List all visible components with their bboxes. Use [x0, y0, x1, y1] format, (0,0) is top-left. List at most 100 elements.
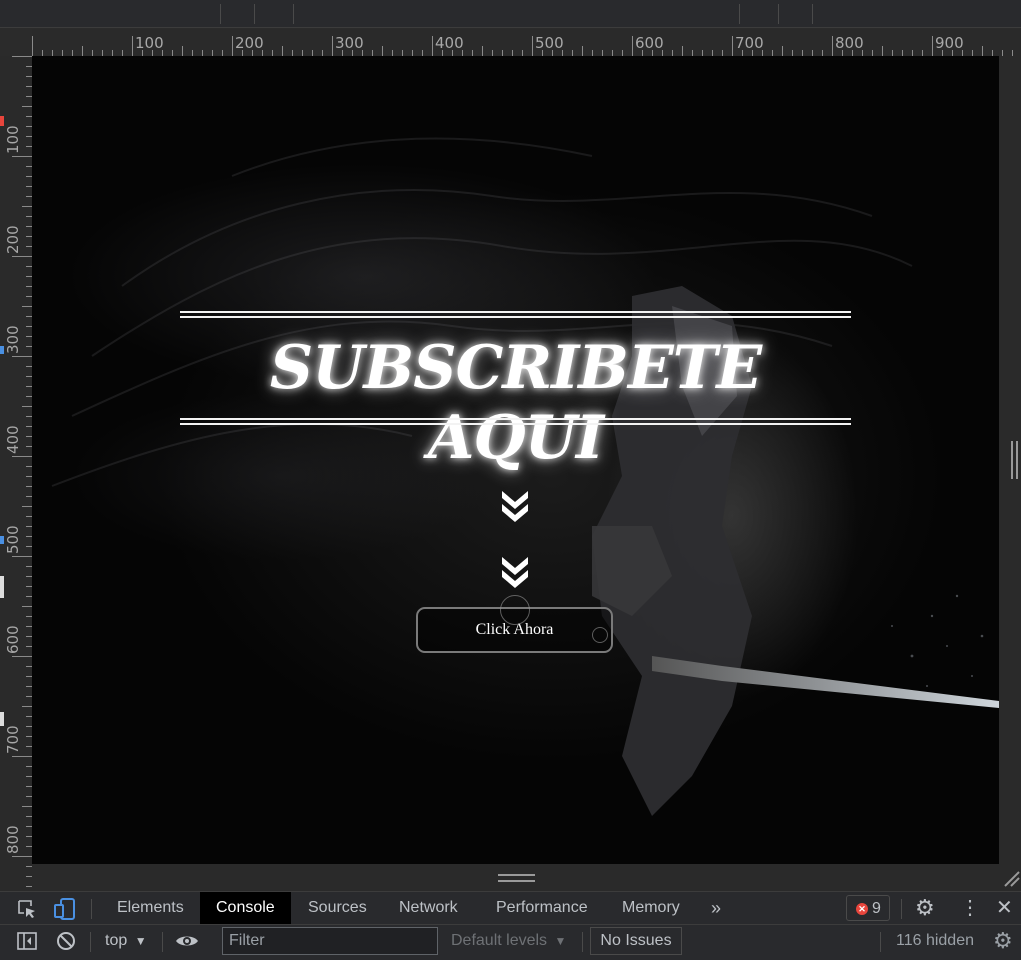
dropdown-arrow-icon: ▼ [554, 934, 567, 948]
headline-rule-bottom [180, 423, 851, 425]
ruler-tick [282, 46, 283, 56]
ruler-label: 200 [235, 34, 264, 52]
ruler-label: 100 [135, 34, 164, 52]
toolbar-separator [880, 932, 881, 952]
ruler-tick [22, 606, 32, 607]
ruler-label: 900 [935, 34, 964, 52]
decorative-circle-icon [500, 595, 530, 625]
ruler-tick [22, 406, 32, 407]
toolbar-divider [739, 4, 740, 24]
ruler-tick [182, 46, 183, 56]
close-icon[interactable]: ✕ [996, 892, 1013, 924]
ruler-tick [22, 106, 32, 107]
ruler-label: 300 [4, 325, 22, 354]
ruler-label: 500 [4, 525, 22, 554]
more-tabs-icon[interactable]: » [711, 892, 721, 924]
tab-sources[interactable]: Sources [292, 892, 383, 924]
toolbar-divider [220, 4, 221, 24]
ruler-tick [432, 36, 433, 56]
ruler-tick [22, 206, 32, 207]
ruler-label: 600 [4, 625, 22, 654]
ruler-tick [12, 256, 32, 257]
ruler-label: 400 [4, 425, 22, 454]
ruler-tick [682, 46, 683, 56]
ruler-tick [12, 756, 32, 757]
filter-input[interactable]: Filter [222, 927, 438, 955]
ruler-tick [482, 46, 483, 56]
context-label: top [105, 932, 128, 949]
tab-memory[interactable]: Memory [606, 892, 696, 924]
log-levels-dropdown[interactable]: Default levels ▼ [451, 925, 566, 957]
console-toolbar: top ▼ Filter Default levels ▼ No Issues … [0, 925, 1021, 960]
decorative-circle-icon [592, 627, 608, 643]
ruler-tick [882, 46, 883, 56]
ruler-label: 700 [735, 34, 764, 52]
ruler-tick [82, 46, 83, 56]
ruler-tick [12, 856, 32, 857]
dropdown-arrow-icon: ▼ [134, 934, 147, 948]
tab-network[interactable]: Network [383, 892, 474, 924]
devtools-panel: Elements Console Sources Network Perform… [0, 891, 1021, 960]
toolbar-divider [293, 4, 294, 24]
headline-rule-bottom [180, 418, 851, 420]
ruler-tick [32, 36, 33, 56]
headline-rule-top [180, 311, 851, 313]
ruler-label: 700 [4, 725, 22, 754]
tab-elements[interactable]: Elements [101, 892, 200, 924]
click-ahora-button[interactable]: Click Ahora [416, 595, 613, 653]
ruler-label: 400 [435, 34, 464, 52]
headline-rule-top [180, 316, 851, 318]
ruler-label: 800 [4, 825, 22, 854]
ruler-tick [832, 36, 833, 56]
tab-performance[interactable]: Performance [480, 892, 604, 924]
issues-button[interactable]: No Issues [590, 927, 682, 955]
ruler-tick [12, 156, 32, 157]
ruler-tick [22, 506, 32, 507]
ruler-label: 200 [4, 225, 22, 254]
gear-icon[interactable]: ⚙ [915, 892, 935, 924]
sidebar-toggle-icon[interactable] [16, 931, 38, 951]
tab-separator [91, 899, 92, 919]
ruler-tick [382, 46, 383, 56]
error-icon: ✕ [856, 903, 868, 915]
resize-corner-icon[interactable] [1003, 868, 1021, 888]
ruler-tick [132, 36, 133, 56]
double-chevron-down-icon [502, 491, 528, 522]
ruler-tick [632, 36, 633, 56]
horizontal-ruler: 100 200 300 400 500 600 700 800 900 [32, 29, 1021, 56]
vertical-ruler: 100 200 300 400 500 600 700 800 [0, 56, 32, 891]
ruler-tick [12, 356, 32, 357]
ruler-label: 600 [635, 34, 664, 52]
tab-separator [901, 899, 902, 919]
page-viewport: SUBSCRIBETE AQUI Click Ahora [32, 56, 999, 864]
eye-icon[interactable] [175, 933, 199, 949]
ruler-label: 100 [4, 125, 22, 154]
double-chevron-down-icon [502, 557, 528, 588]
toolbar-divider [778, 4, 779, 24]
headline: SUBSCRIBETE AQUI [269, 333, 762, 473]
inspect-element-icon[interactable] [16, 898, 38, 920]
toolbar-divider [812, 4, 813, 24]
headline-block: SUBSCRIBETE AQUI [180, 311, 851, 473]
error-count-badge[interactable]: ✕ 9 [846, 895, 890, 921]
toolbar-separator [162, 932, 163, 952]
ruler-label: 500 [535, 34, 564, 52]
kebab-menu-icon[interactable]: ⋮ [960, 892, 980, 924]
error-count: 9 [872, 900, 881, 917]
device-toggle-icon[interactable] [53, 897, 77, 921]
ruler-tick [332, 36, 333, 56]
context-selector[interactable]: top ▼ [105, 925, 147, 957]
console-settings-gear-icon[interactable]: ⚙ [993, 925, 1013, 957]
ruler-tick [22, 806, 32, 807]
tab-console[interactable]: Console [200, 892, 291, 924]
ruler-tick [12, 456, 32, 457]
ruler-tick [22, 706, 32, 707]
ruler-tick [22, 306, 32, 307]
clear-console-icon[interactable] [56, 931, 76, 951]
log-levels-label: Default levels [451, 932, 548, 949]
ruler-tick [782, 46, 783, 56]
resize-handle-horizontal[interactable] [498, 874, 535, 882]
ruler-tick [582, 46, 583, 56]
resize-handle-vertical[interactable] [1011, 441, 1018, 479]
ruler-tick [12, 56, 32, 57]
